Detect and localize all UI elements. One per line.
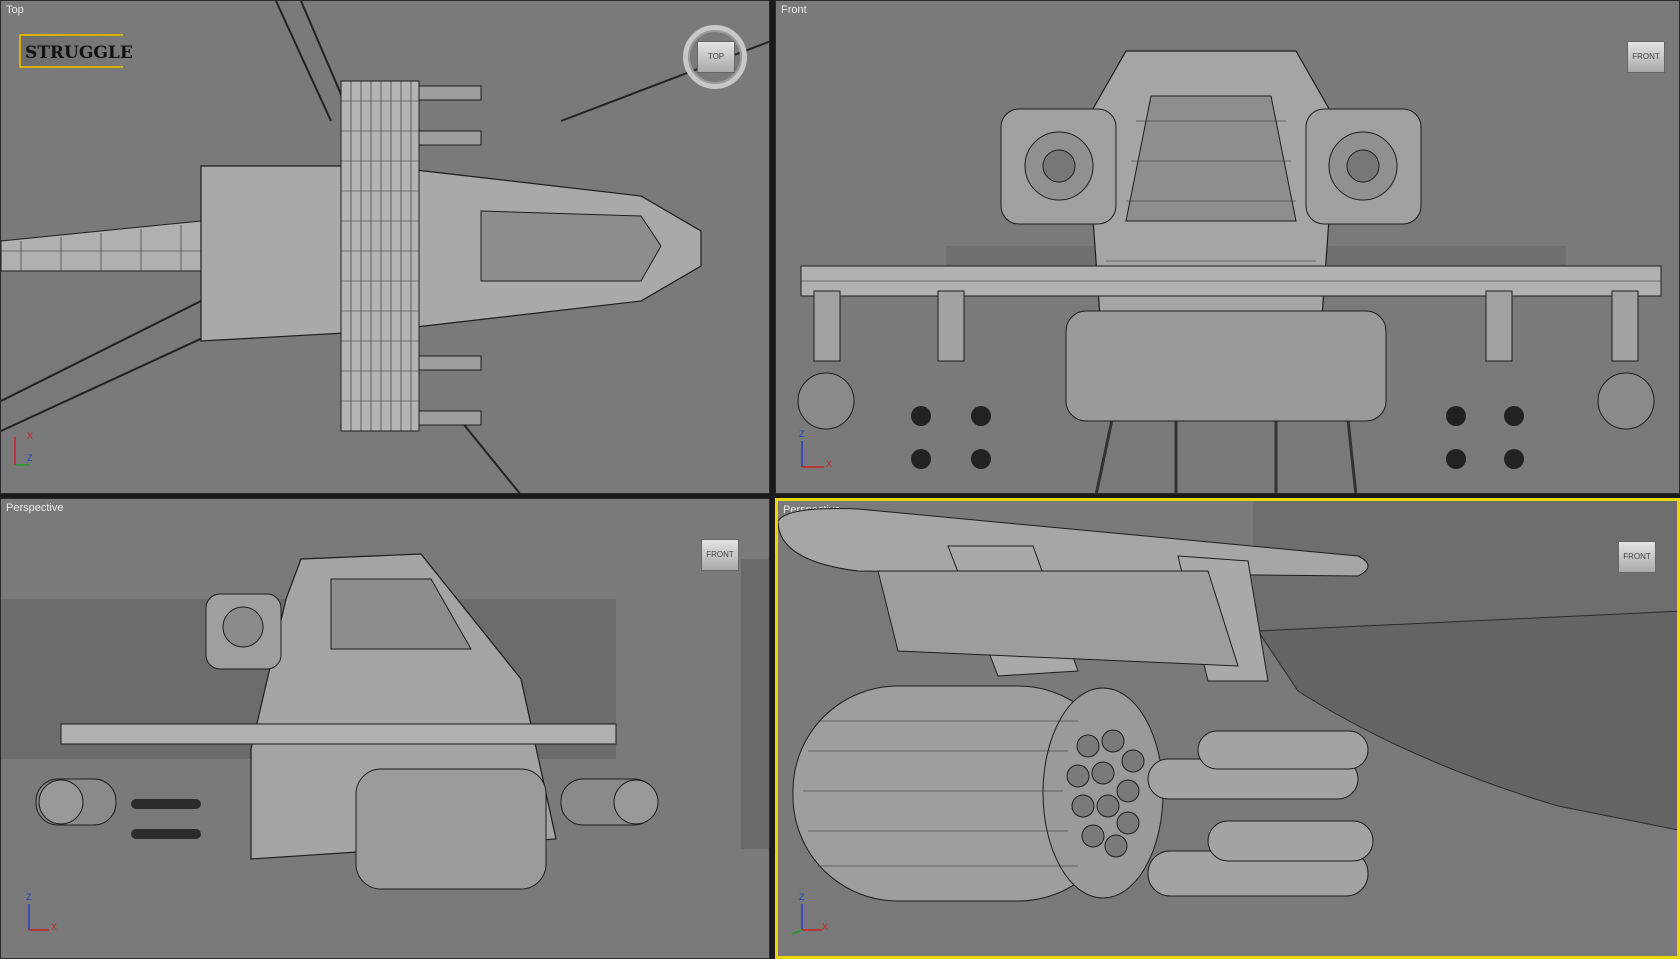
viewcube-front[interactable]: FRONT xyxy=(1627,41,1665,73)
viewport-perspective[interactable]: Perspective FRONT Z X xyxy=(0,498,770,959)
top-view-model xyxy=(1,1,769,493)
viewcube-top[interactable]: TOP xyxy=(697,41,735,73)
axis-gizmo: Z X xyxy=(788,892,828,936)
struggle-logo: STRUGGLE xyxy=(19,34,133,68)
axis-gizmo: Z X xyxy=(26,892,58,932)
viewport-top[interactable]: Top STRUGGLE TOP X Z xyxy=(0,0,770,494)
axis-gizmo: X Z xyxy=(14,431,34,466)
perspective-view-model xyxy=(1,553,769,890)
viewport-front[interactable]: Front FRONT Z X xyxy=(775,0,1680,494)
front-view-model xyxy=(797,50,1662,493)
viewcube-camera[interactable]: FRONT xyxy=(1618,541,1656,573)
viewport-perspective-active[interactable]: Perspective FRONT xyxy=(775,498,1680,959)
closeup-view-model xyxy=(778,501,1677,902)
viewcube-perspective[interactable]: FRONT xyxy=(701,539,739,571)
axis-gizmo: Z X xyxy=(799,429,833,469)
